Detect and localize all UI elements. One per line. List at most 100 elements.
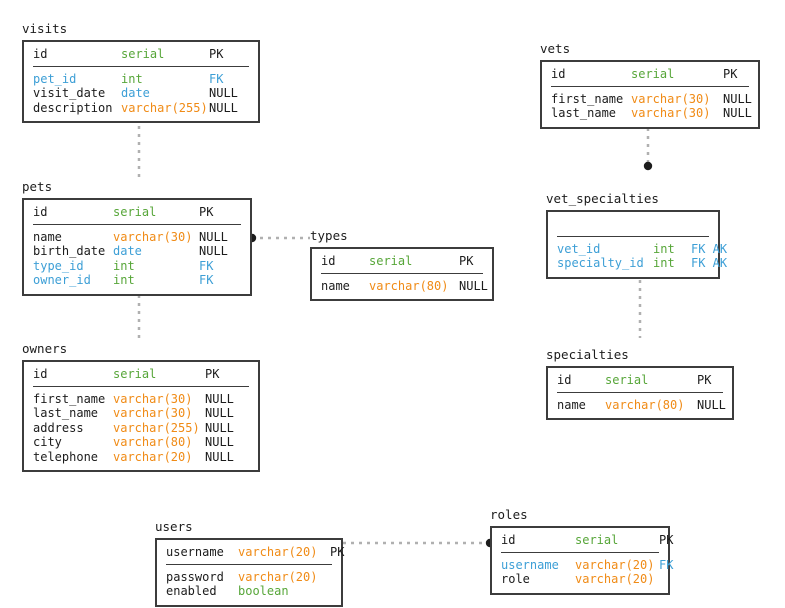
primary-key-row: id serial PK xyxy=(557,373,723,392)
column-constraint: NULL xyxy=(199,244,228,258)
key-divider xyxy=(33,385,249,387)
column-row: password varchar(20) xyxy=(166,570,332,585)
column-constraint: FK AK xyxy=(691,256,728,270)
entity-title: pets xyxy=(22,179,53,194)
column-row: first_name varchar(30) NULL xyxy=(551,91,752,107)
column-name: owner_id xyxy=(33,273,91,287)
column-row: telephone varchar(20) NULL xyxy=(33,450,249,465)
relationship-endpoint-dot xyxy=(643,161,653,171)
column-name: username xyxy=(501,557,559,572)
key-divider xyxy=(557,391,723,393)
column-type: int xyxy=(653,241,675,256)
entity-box: id serial PK username varchar(20) FK role varch… xyxy=(490,526,673,595)
column-row: last_name varchar(30) NULL xyxy=(551,106,752,121)
key-divider xyxy=(551,85,749,87)
entity-title: types xyxy=(310,228,348,243)
primary-key-row: id serial PK xyxy=(551,67,749,86)
column-name: password xyxy=(166,569,224,584)
column-row: type_id int FK xyxy=(33,259,241,274)
column-constraint: PK xyxy=(697,373,712,387)
primary-key-row xyxy=(557,217,709,236)
entity-box: id serial PK name varchar(30) NULL birth_date d… xyxy=(22,198,252,296)
column-constraint: PK xyxy=(723,67,738,81)
column-row: name varchar(80) NULL xyxy=(321,278,488,294)
column-name: name xyxy=(557,397,586,412)
entity-specialties[interactable]: specialties id serial PK name varchar(80) NULL xyxy=(546,348,734,420)
entity-owners[interactable]: owners id serial PK first_name varchar(30) NUL… xyxy=(22,342,260,472)
column-name: id xyxy=(33,47,48,61)
key-divider xyxy=(33,65,249,67)
column-type: varchar(30) xyxy=(113,391,193,406)
column-name: first_name xyxy=(33,391,106,406)
column-row: city varchar(80) NULL xyxy=(33,435,249,450)
entity-box: vet_id int FK AK specialty_id int FK AK xyxy=(546,210,727,279)
key-divider xyxy=(501,551,659,553)
column-type: int xyxy=(113,273,135,287)
entity-title: users xyxy=(155,519,193,534)
column-row: visit_date date NULL xyxy=(33,86,249,101)
column-name: specialty_id xyxy=(557,256,644,270)
column-name: first_name xyxy=(551,91,624,106)
column-constraint: NULL xyxy=(723,91,752,106)
column-constraint: FK xyxy=(209,71,224,86)
column-constraint: NULL xyxy=(205,406,234,420)
column-constraint: NULL xyxy=(209,100,238,115)
entity-box: id serial PK name varchar(80) NULL xyxy=(310,247,494,301)
column-name: role xyxy=(501,572,530,586)
column-constraint: NULL xyxy=(459,278,488,293)
column-row: pet_id int FK xyxy=(33,72,249,87)
column-constraint: FK xyxy=(659,557,674,572)
column-type: varchar(80) xyxy=(605,397,685,412)
column-type: varchar(20) xyxy=(238,545,318,559)
entity-box: id serial PK name varchar(80) NULL xyxy=(546,366,734,420)
column-name: last_name xyxy=(33,406,99,420)
column-type: serial xyxy=(113,367,157,381)
column-type: date xyxy=(113,244,142,258)
column-row: address varchar(255) NULL xyxy=(33,421,249,436)
column-type: serial xyxy=(121,47,165,61)
entity-types[interactable]: types id serial PK name varchar(80) NULL xyxy=(310,229,494,301)
column-constraint: PK xyxy=(205,367,220,381)
entity-vets[interactable]: vets id serial PK first_name varchar(30) NULL l… xyxy=(540,42,760,129)
column-name: id xyxy=(33,367,48,381)
entity-visits[interactable]: visits id serial PK pet_id int FK visit_date dat… xyxy=(22,22,260,123)
column-row: last_name varchar(30) NULL xyxy=(33,406,249,421)
entity-box: username varchar(20) PK password varchar(20)… xyxy=(155,538,344,607)
column-name: vet_id xyxy=(557,241,601,256)
column-name: id xyxy=(501,533,516,547)
column-type: varchar(20) xyxy=(238,569,318,584)
relationship-visits-pets xyxy=(134,113,144,180)
column-constraint: NULL xyxy=(723,106,752,120)
entity-title: specialties xyxy=(546,347,629,362)
column-type: int xyxy=(121,71,143,86)
er-diagram-canvas: visits id serial PK pet_id int FK visit_date dat… xyxy=(0,0,785,608)
column-type: varchar(30) xyxy=(113,406,193,420)
column-name: type_id xyxy=(33,258,84,273)
entity-pets[interactable]: pets id serial PK name varchar(30) NULL birth_d… xyxy=(22,180,252,296)
column-name: description xyxy=(33,100,113,115)
column-type: serial xyxy=(605,373,649,387)
column-name: name xyxy=(321,278,350,293)
column-name: city xyxy=(33,435,62,449)
column-constraint: NULL xyxy=(199,229,228,244)
entity-title: vets xyxy=(540,41,571,56)
column-type: serial xyxy=(575,533,619,547)
column-type: varchar(255) xyxy=(113,420,200,435)
primary-key-row: id serial PK xyxy=(33,47,249,66)
column-name: pet_id xyxy=(33,71,77,86)
column-constraint: PK xyxy=(209,47,224,61)
entity-roles[interactable]: roles id serial PK username varchar(20) FK role… xyxy=(490,508,673,595)
column-name: telephone xyxy=(33,449,99,464)
column-constraint: PK xyxy=(330,545,345,559)
entity-users[interactable]: users username varchar(20) PK password varcha… xyxy=(155,519,344,607)
primary-key-row: id serial PK xyxy=(321,254,483,273)
entity-vet_specialties[interactable]: vet_specialties vet_id int FK AK specialty_i… xyxy=(546,192,727,279)
column-row: specialty_id int FK AK xyxy=(557,256,727,271)
column-type: varchar(80) xyxy=(369,278,449,293)
column-row: vet_id int FK AK xyxy=(557,241,727,257)
column-row: first_name varchar(30) NULL xyxy=(33,392,249,407)
column-constraint: PK xyxy=(459,254,474,268)
column-row: owner_id int FK xyxy=(33,273,241,288)
column-type: varchar(30) xyxy=(113,229,193,244)
entity-box: id serial PK first_name varchar(30) NULL last_… xyxy=(22,360,260,472)
